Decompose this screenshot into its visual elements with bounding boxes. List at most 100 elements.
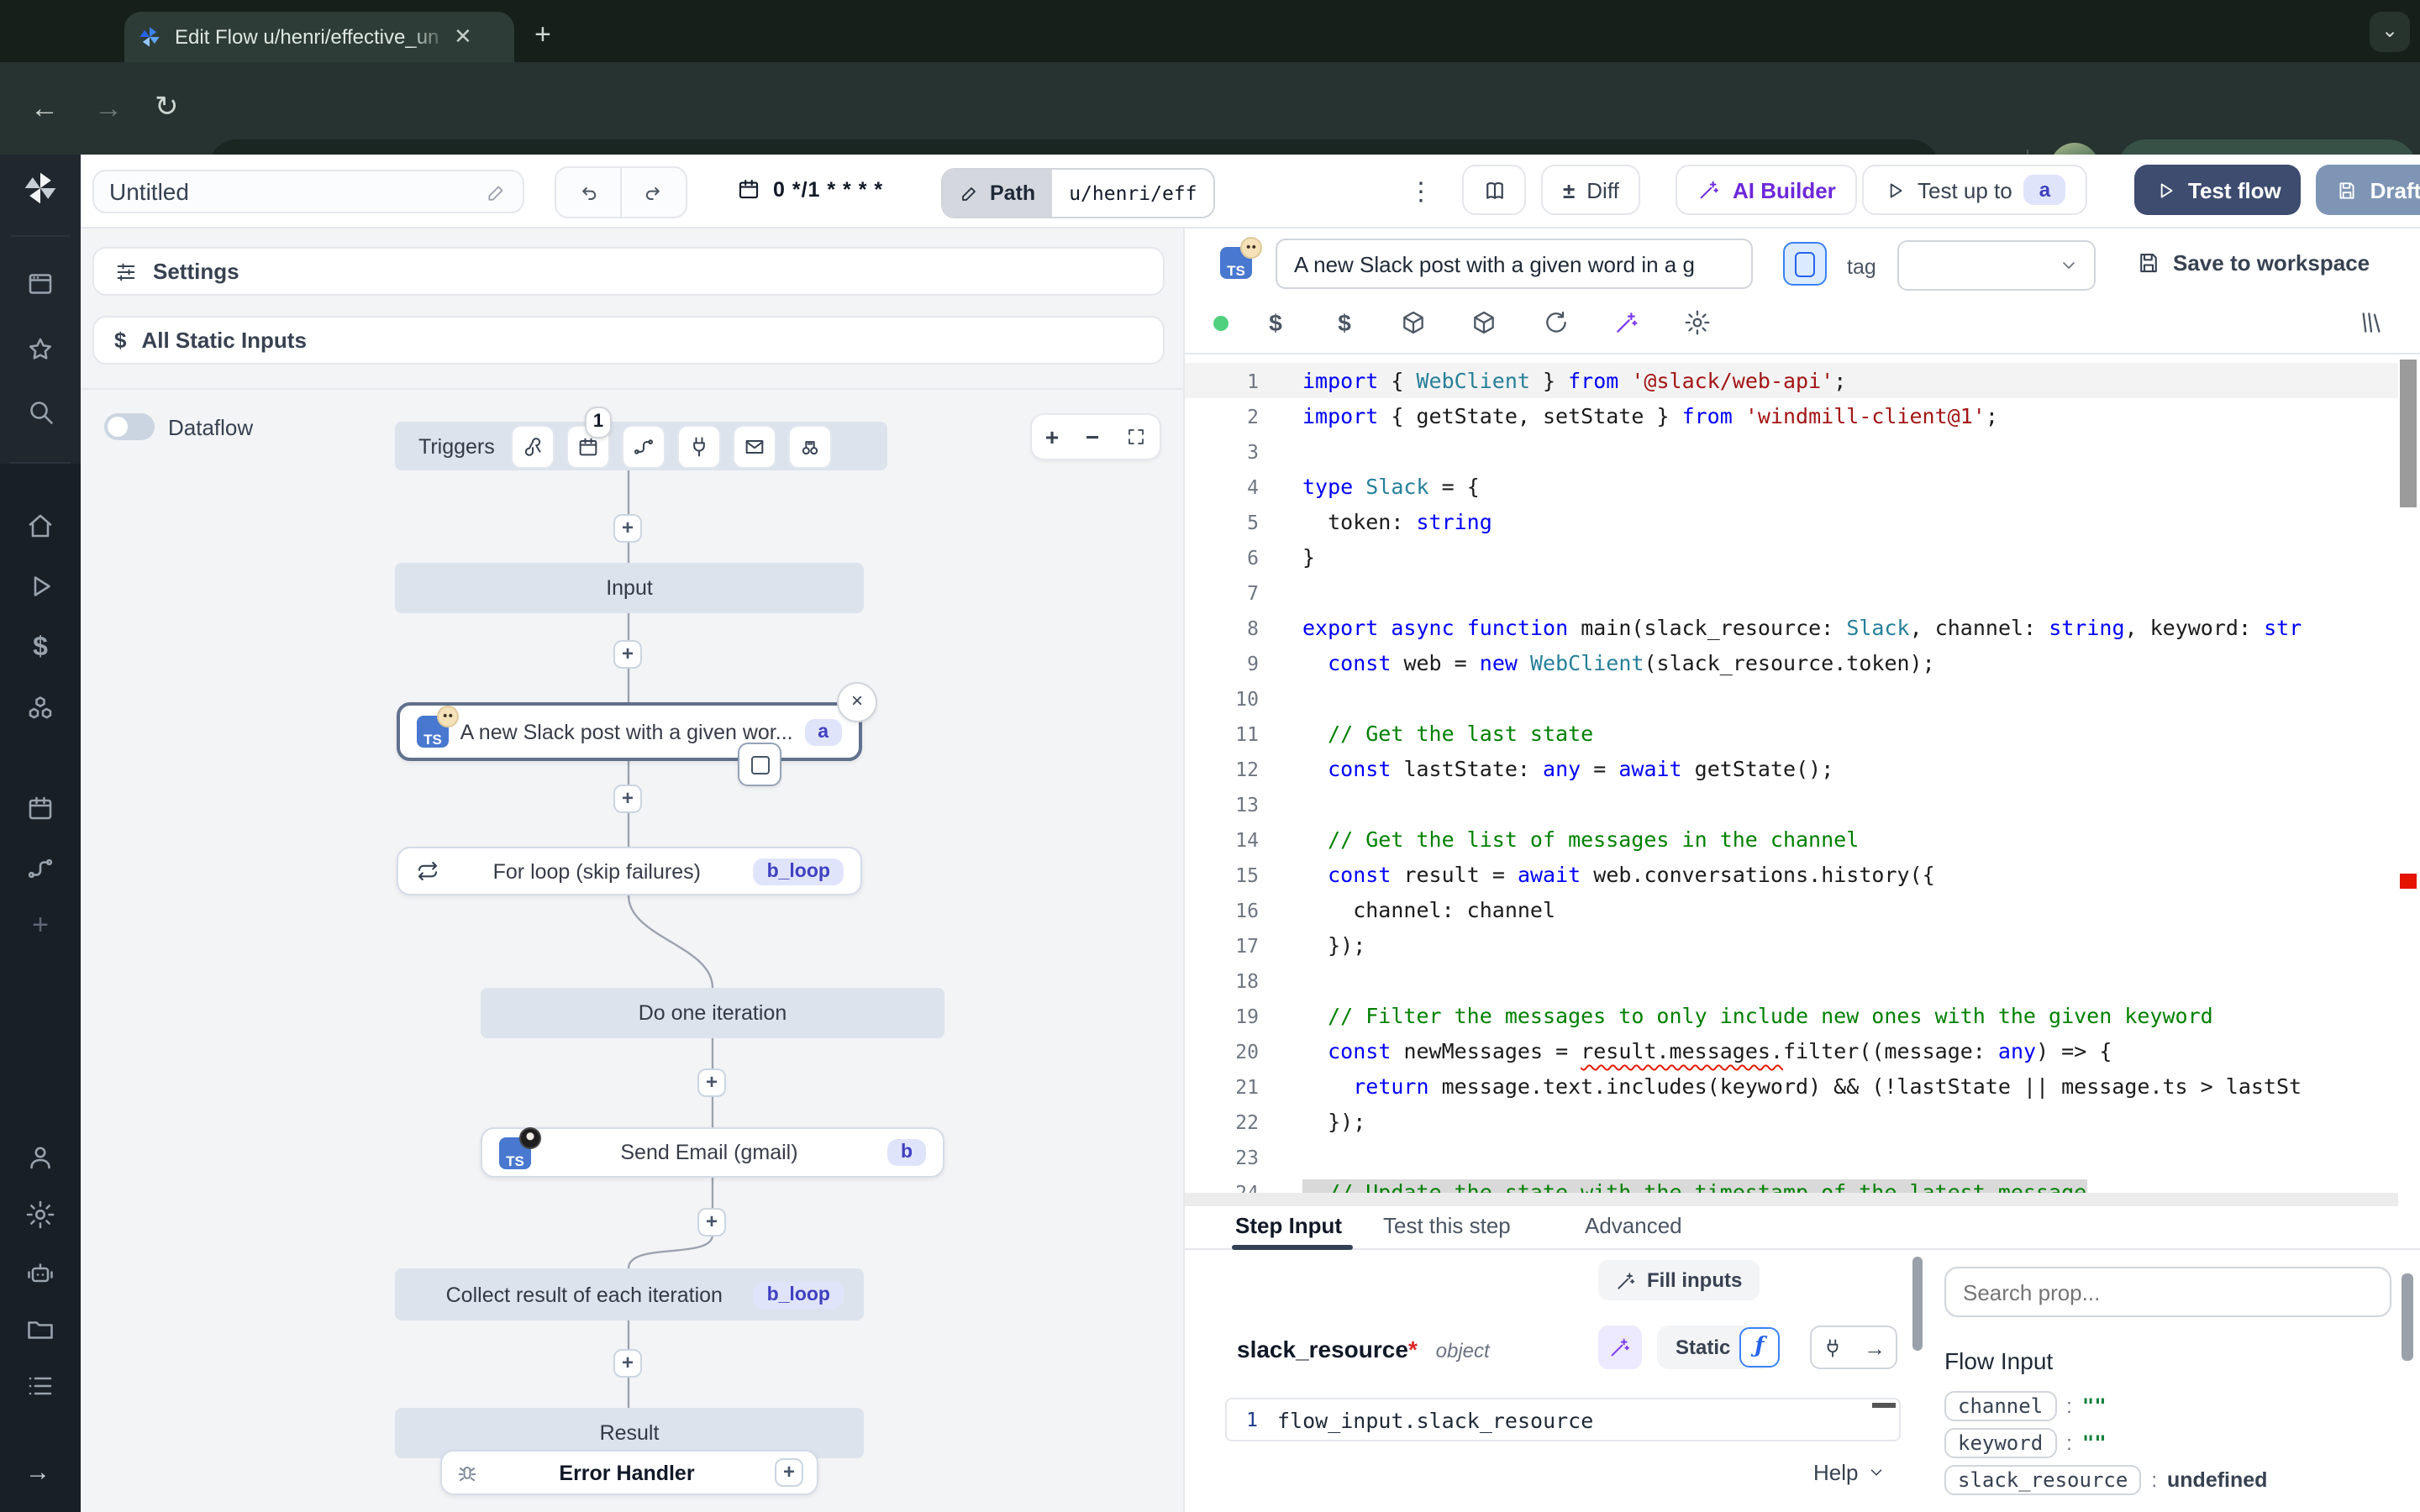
step-summary-input[interactable]: A new Slack post with a given word in a … [1276, 239, 1753, 289]
add-error-handler-button[interactable]: + [775, 1458, 803, 1487]
test-up-to-button[interactable]: Test up to a [1862, 165, 2087, 215]
tab-search-chevron-icon[interactable]: ⌄ [2370, 12, 2410, 52]
sidebar-item-routes-icon[interactable] [25, 853, 55, 884]
redo-button[interactable] [620, 168, 686, 217]
add-step-button[interactable]: + [613, 1349, 642, 1378]
websocket-trigger-icon[interactable] [678, 424, 722, 468]
sidebar-item-runs-icon[interactable] [25, 571, 55, 601]
library-icon[interactable] [2358, 309, 2385, 336]
add-step-button[interactable]: + [613, 640, 642, 669]
save-label: Save to workspace [2173, 250, 2370, 276]
schedule-cron[interactable]: 0 */1 * * * * [736, 176, 883, 202]
tab-step-input[interactable]: Step Input [1235, 1213, 1342, 1238]
editor-scrollbar-thumb[interactable] [2400, 360, 2417, 507]
delete-step-button[interactable]: × [837, 682, 877, 722]
sidebar-item-workers-icon[interactable] [25, 1258, 55, 1289]
sidebar-item-logs-icon[interactable] [25, 1371, 55, 1401]
connect-input-button[interactable]: → [1810, 1326, 1897, 1369]
triggers-node[interactable]: Triggers [395, 422, 887, 470]
editor-settings-gear-icon[interactable] [1684, 309, 1711, 336]
screen: Edit Flow u/henri/effective_un ✕ + ⌄ ← →… [0, 0, 2420, 1512]
add-step-button[interactable]: + [697, 1208, 726, 1236]
prop-key[interactable]: keyword [1944, 1428, 2056, 1458]
windmill-logo[interactable] [22, 170, 59, 207]
ai-wand-icon[interactable] [1613, 309, 1640, 336]
fill-inputs-button[interactable]: Fill inputs [1598, 1260, 1759, 1300]
help-link[interactable]: Help [1813, 1460, 1886, 1485]
undo-button[interactable] [556, 168, 620, 217]
edit-pencil-icon [960, 183, 980, 203]
add-step-button[interactable]: + [697, 1068, 726, 1097]
typescript-icon: TS [499, 1137, 531, 1168]
refresh-icon[interactable] [1543, 309, 1570, 336]
step-node-slack[interactable]: TS A new Slack post with a given wor... … [397, 702, 862, 761]
tag-select[interactable] [1897, 240, 2096, 291]
variables-icon[interactable]: $ [1331, 309, 1358, 336]
prop-row-keyword[interactable]: keyword : "" [1944, 1428, 2107, 1458]
back-icon[interactable]: ← [30, 94, 59, 123]
step-node-send-email[interactable]: TS Send Email (gmail) b [481, 1127, 944, 1178]
sidebar-item-resources-icon[interactable] [25, 694, 55, 724]
prop-panel-scrollbar-thumb[interactable] [2402, 1273, 2413, 1361]
reload-icon[interactable]: ↻ [155, 92, 179, 121]
draft-button[interactable]: Draft [2316, 165, 2420, 215]
sidebar-item-search-icon[interactable] [25, 396, 55, 427]
flow-name-input[interactable]: Untitled [92, 170, 524, 213]
package-icon[interactable] [1470, 309, 1497, 336]
input-node-label: Input [606, 576, 653, 600]
sidebar-item-account-icon[interactable] [25, 1142, 55, 1173]
tab-advanced[interactable]: Advanced [1585, 1213, 1682, 1238]
ai-builder-button[interactable]: AI Builder [1676, 165, 1858, 215]
sidebar-item-schedules-icon[interactable] [25, 793, 55, 823]
static-inputs-icon[interactable]: $ [1262, 309, 1289, 336]
browser-tab[interactable]: Edit Flow u/henri/effective_un ✕ [124, 12, 514, 62]
test-flow-button[interactable]: Test flow [2134, 165, 2302, 215]
code-editor[interactable]: 1import { WebClient } from '@slack/web-a… [1185, 363, 2398, 1193]
stop-after-step-button[interactable] [738, 743, 781, 786]
path-button-group[interactable]: Path u/henri/eff [941, 168, 1216, 218]
tab-close-icon[interactable]: ✕ [454, 24, 472, 50]
prop-row-slack-resource[interactable]: slack_resource : undefined [1944, 1465, 2267, 1495]
sidebar-item-favorites-icon[interactable] [25, 334, 55, 365]
prop-key[interactable]: channel [1944, 1391, 2056, 1421]
field-name: slack_resource* object [1237, 1336, 1490, 1362]
sidebar-expand-icon[interactable]: → [25, 1458, 50, 1487]
sidebar-item-settings-icon[interactable] [25, 1200, 55, 1230]
prop-row-channel[interactable]: channel : "" [1944, 1391, 2107, 1421]
do-one-iteration-node[interactable]: Do one iteration [481, 988, 944, 1038]
collect-result-node[interactable]: Collect result of each iteration b_loop [395, 1268, 864, 1320]
sidebar-item-folders-icon[interactable] [25, 1314, 55, 1344]
sidebar-item-add-icon[interactable]: + [25, 911, 55, 939]
error-handler-node[interactable]: Error Handler + [440, 1450, 818, 1495]
sidebar-item-variables-icon[interactable]: $ [25, 635, 55, 662]
ai-fill-field-button[interactable] [1598, 1326, 1642, 1369]
undo-redo-group [555, 166, 687, 218]
path-edit-button[interactable]: Path [943, 170, 1052, 217]
add-step-button[interactable]: + [613, 785, 642, 813]
diff-button[interactable]: ± Diff [1541, 165, 1641, 215]
new-tab-button[interactable]: + [534, 18, 551, 52]
add-step-button[interactable]: + [613, 514, 642, 543]
docs-button[interactable] [1462, 165, 1526, 215]
save-to-workspace-button[interactable]: Save to workspace [2136, 250, 2370, 276]
step-node-forloop[interactable]: For loop (skip failures) b_loop [397, 847, 862, 895]
step-input-scrollbar-thumb[interactable] [1912, 1257, 1923, 1351]
forward-icon[interactable]: → [94, 94, 123, 123]
hub-logo-badge [519, 1126, 541, 1148]
package-icon[interactable] [1400, 309, 1427, 336]
prop-key[interactable]: slack_resource [1944, 1465, 2141, 1495]
expression-editor[interactable]: 1 flow_input.slack_resource [1225, 1398, 1901, 1441]
expression-mode-button[interactable]: ƒ [1739, 1327, 1780, 1368]
search-prop-input[interactable] [1944, 1267, 2391, 1317]
sidebar-item-apps-icon[interactable] [25, 269, 55, 299]
poll-trigger-icon[interactable] [789, 424, 833, 468]
webhook-trigger-icon[interactable] [512, 424, 555, 468]
more-options-kebab-icon[interactable]: ⋮ [1408, 176, 1434, 207]
editor-hscrollbar[interactable] [1185, 1193, 2398, 1206]
tab-test-this-step[interactable]: Test this step [1383, 1213, 1511, 1238]
sidebar-item-home-icon[interactable] [25, 511, 55, 541]
route-trigger-icon[interactable] [623, 424, 666, 468]
input-node[interactable]: Input [395, 563, 864, 613]
stop-after-step-toggle[interactable] [1783, 242, 1827, 286]
email-trigger-icon[interactable] [734, 424, 777, 468]
